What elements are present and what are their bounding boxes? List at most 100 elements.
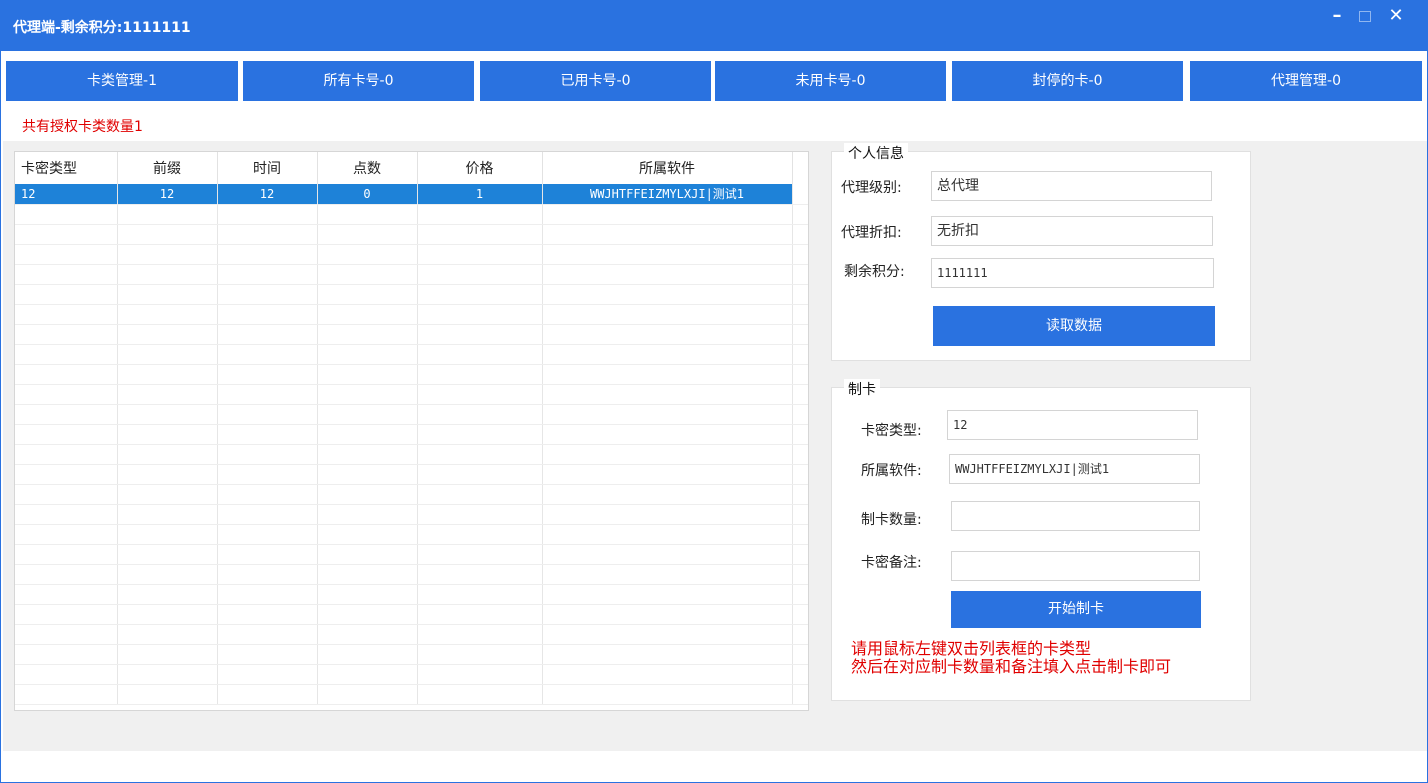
card-type-count: 共有授权卡类数量1 — [22, 119, 143, 135]
card-note-input[interactable] — [951, 551, 1200, 581]
column-header[interactable]: 点数 — [317, 152, 418, 184]
tab-card-types[interactable]: 卡类管理-1 — [6, 61, 238, 101]
column-header[interactable]: 时间 — [217, 152, 318, 184]
empty-table-cell — [792, 304, 808, 325]
empty-table-cell — [542, 384, 793, 405]
table-cell: WWJHTFFEIZMYLXJI|测试1 — [542, 184, 793, 205]
empty-table-cell — [542, 604, 793, 625]
empty-table-cell — [417, 324, 543, 345]
empty-table-cell — [317, 684, 418, 705]
title-bar[interactable]: 代理端-剩余积分:1111111 – ✕ — [1, 1, 1427, 51]
empty-table-cell — [417, 424, 543, 445]
empty-table-cell — [15, 284, 118, 305]
empty-table-cell — [15, 664, 118, 685]
card-count-input[interactable] — [951, 501, 1200, 531]
table-cell: 1 — [417, 184, 543, 205]
empty-table-cell — [792, 204, 808, 225]
empty-table-cell — [217, 424, 318, 445]
software-label: 所属软件: — [861, 463, 922, 479]
empty-table-row — [15, 244, 808, 265]
empty-table-cell — [317, 224, 418, 245]
table-header: 卡密类型 前缀 时间 点数 价格 所属软件 — [15, 152, 808, 184]
empty-table-cell — [117, 644, 218, 665]
empty-table-cell — [317, 604, 418, 625]
tab-used-cards[interactable]: 已用卡号-0 — [480, 61, 711, 101]
empty-table-cell — [15, 584, 118, 605]
empty-table-cell — [542, 444, 793, 465]
tab-unused-cards[interactable]: 未用卡号-0 — [715, 61, 946, 101]
empty-table-cell — [417, 204, 543, 225]
empty-table-cell — [792, 384, 808, 405]
empty-table-row — [15, 224, 808, 245]
tab-agent-management[interactable]: 代理管理-0 — [1190, 61, 1422, 101]
empty-table-cell — [15, 364, 118, 385]
empty-table-cell — [542, 484, 793, 505]
agent-level-field[interactable]: 总代理 — [931, 171, 1212, 201]
empty-table-cell — [417, 444, 543, 465]
empty-table-cell — [117, 464, 218, 485]
empty-table-cell — [792, 404, 808, 425]
column-header[interactable]: 卡密类型 — [15, 152, 118, 184]
empty-table-cell — [117, 484, 218, 505]
empty-table-cell — [217, 544, 318, 565]
empty-table-cell — [117, 224, 218, 245]
empty-table-cell — [542, 424, 793, 445]
make-card-legend: 制卡 — [844, 379, 880, 399]
table-cell: 12 — [15, 184, 118, 205]
empty-table-cell — [542, 344, 793, 365]
empty-table-cell — [417, 524, 543, 545]
empty-table-row — [15, 364, 808, 385]
empty-table-cell — [15, 204, 118, 225]
empty-table-cell — [117, 504, 218, 525]
empty-table-cell — [792, 584, 808, 605]
empty-table-cell — [792, 364, 808, 385]
empty-table-row — [15, 544, 808, 565]
empty-table-cell — [417, 684, 543, 705]
card-type-label: 卡密类型: — [861, 423, 922, 439]
card-type-field[interactable]: 12 — [947, 410, 1198, 440]
empty-table-cell — [15, 404, 118, 425]
tab-banned-cards[interactable]: 封停的卡-0 — [952, 61, 1183, 101]
empty-table-cell — [417, 224, 543, 245]
empty-table-cell — [15, 684, 118, 705]
read-data-button[interactable]: 读取数据 — [933, 306, 1215, 346]
start-make-card-button[interactable]: 开始制卡 — [951, 591, 1201, 628]
empty-table-cell — [117, 584, 218, 605]
column-header[interactable]: 前缀 — [117, 152, 218, 184]
empty-table-cell — [217, 604, 318, 625]
remaining-points-field[interactable]: 1111111 — [931, 258, 1214, 288]
maximize-icon[interactable] — [1353, 5, 1377, 29]
empty-table-cell — [117, 684, 218, 705]
empty-table-cell — [542, 464, 793, 485]
empty-table-cell — [217, 564, 318, 585]
column-header[interactable]: 所属软件 — [542, 152, 793, 184]
empty-table-row — [15, 284, 808, 305]
empty-table-cell — [542, 524, 793, 545]
agent-discount-field[interactable]: 无折扣 — [931, 216, 1213, 246]
tab-all-cards[interactable]: 所有卡号-0 — [243, 61, 474, 101]
empty-table-cell — [317, 664, 418, 685]
empty-table-cell — [317, 264, 418, 285]
empty-table-cell — [417, 404, 543, 425]
empty-table-row — [15, 604, 808, 625]
empty-table-cell — [117, 284, 218, 305]
software-field[interactable]: WWJHTFFEIZMYLXJI|测试1 — [949, 454, 1200, 484]
empty-table-cell — [317, 584, 418, 605]
empty-table-row — [15, 344, 808, 365]
empty-table-cell — [792, 544, 808, 565]
empty-table-cell — [15, 224, 118, 245]
empty-table-cell — [15, 544, 118, 565]
empty-table-cell — [417, 364, 543, 385]
table-cell: 0 — [317, 184, 418, 205]
empty-table-cell — [792, 464, 808, 485]
close-icon[interactable]: ✕ — [1379, 5, 1413, 29]
column-header-filler — [792, 152, 808, 184]
card-type-table[interactable]: 卡密类型 前缀 时间 点数 价格 所属软件 12 12 12 0 1 WWJHT… — [14, 151, 809, 711]
minimize-icon[interactable]: – — [1325, 5, 1349, 29]
column-header[interactable]: 价格 — [417, 152, 543, 184]
empty-table-cell — [317, 564, 418, 585]
empty-table-cell — [117, 444, 218, 465]
empty-table-cell — [417, 304, 543, 325]
table-row[interactable]: 12 12 12 0 1 WWJHTFFEIZMYLXJI|测试1 — [15, 184, 808, 205]
empty-table-cell — [317, 484, 418, 505]
